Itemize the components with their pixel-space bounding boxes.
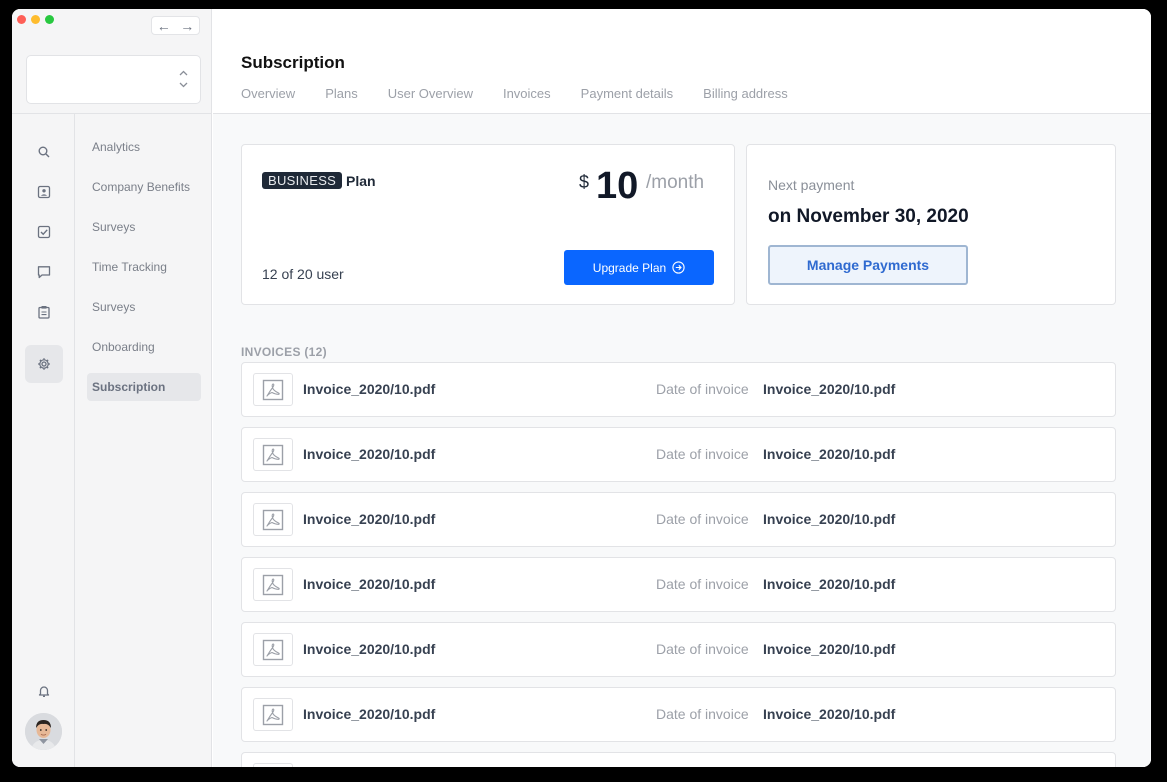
invoice-row[interactable] — [241, 752, 1116, 767]
pdf-file-icon — [253, 568, 293, 601]
invoice-name: Invoice_2020/10.pdf — [303, 446, 436, 462]
invoice-name: Invoice_2020/10.pdf — [303, 641, 436, 657]
next-payment-label: Next payment — [768, 177, 855, 193]
arrow-right-icon[interactable]: → — [180, 19, 194, 33]
invoice-name: Invoice_2020/10.pdf — [303, 576, 436, 592]
invoice-row[interactable]: Invoice_2020/10.pdf Date of invoice Invo… — [241, 362, 1116, 417]
upgrade-plan-label: Upgrade Plan — [592, 260, 667, 275]
close-window-button[interactable] — [17, 15, 26, 24]
invoice-date-value: Invoice_2020/10.pdf — [763, 381, 896, 397]
subnav-item-surveys[interactable]: Surveys — [87, 213, 201, 241]
invoice-date-label: Date of invoice — [656, 381, 749, 397]
left-panel: ← → Analytics Company Benefits Surveys T… — [12, 9, 212, 767]
settings-subnav: Analytics Company Benefits Surveys Time … — [87, 133, 201, 413]
next-payment-card: Next payment on November 30, 2020 Manage… — [746, 144, 1116, 305]
plan-badge: BUSINESS — [262, 172, 343, 189]
minimize-window-button[interactable] — [31, 15, 40, 24]
workspace-selector[interactable] — [26, 55, 201, 104]
tab-billing-address[interactable]: Billing address — [703, 86, 788, 101]
invoice-row[interactable]: Invoice_2020/10.pdf Date of invoice Invo… — [241, 427, 1116, 482]
invoices-section-title: INVOICES (12) — [241, 345, 327, 359]
pdf-file-icon — [253, 503, 293, 536]
subnav-item-surveys-2[interactable]: Surveys — [87, 293, 201, 321]
tab-payment-details[interactable]: Payment details — [581, 86, 674, 101]
invoice-date-label: Date of invoice — [656, 511, 749, 527]
history-navigation: ← → — [151, 16, 200, 35]
plan-card: BUSINESS Plan $ 10 /month 12 of 20 user … — [241, 144, 735, 305]
price-currency: $ — [579, 172, 590, 192]
pdf-file-icon — [253, 633, 293, 666]
invoice-date-value: Invoice_2020/10.pdf — [763, 511, 896, 527]
pdf-file-icon — [253, 763, 293, 767]
icon-rail — [12, 114, 75, 767]
page-header: Subscription Overview Plans User Overvie… — [213, 9, 1151, 114]
invoice-date-label: Date of invoice — [656, 706, 749, 722]
user-count: 12 of 20 user — [262, 266, 344, 282]
avatar[interactable] — [25, 713, 62, 750]
gear-icon[interactable] — [25, 345, 63, 383]
tab-plans[interactable]: Plans — [325, 86, 358, 101]
invoice-date-label: Date of invoice — [656, 641, 749, 657]
page-title: Subscription — [241, 53, 345, 72]
invoice-date-label: Date of invoice — [656, 446, 749, 462]
main-area: Subscription Overview Plans User Overvie… — [213, 9, 1151, 767]
invoice-row[interactable]: Invoice_2020/10.pdf Date of invoice Invo… — [241, 622, 1116, 677]
tab-overview[interactable]: Overview — [241, 86, 295, 101]
pdf-file-icon — [253, 698, 293, 731]
clipboard-icon[interactable] — [25, 293, 63, 331]
plan-label: Plan — [346, 173, 376, 189]
contact-card-icon[interactable] — [25, 173, 63, 211]
tab-invoices[interactable]: Invoices — [503, 86, 551, 101]
invoice-row[interactable]: Invoice_2020/10.pdf Date of invoice Invo… — [241, 687, 1116, 742]
chevron-up-down-icon — [179, 69, 188, 91]
invoice-row[interactable]: Invoice_2020/10.pdf Date of invoice Invo… — [241, 557, 1116, 612]
invoice-date-value: Invoice_2020/10.pdf — [763, 706, 896, 722]
invoice-name: Invoice_2020/10.pdf — [303, 706, 436, 722]
tab-bar: Overview Plans User Overview Invoices Pa… — [241, 86, 788, 101]
window-controls — [17, 15, 54, 24]
search-icon[interactable] — [25, 133, 63, 171]
price-period: /month — [646, 172, 705, 193]
subnav-item-company-benefits[interactable]: Company Benefits — [87, 173, 201, 201]
subnav-item-analytics[interactable]: Analytics — [87, 133, 201, 161]
invoice-list: Invoice_2020/10.pdf Date of invoice Invo… — [241, 362, 1116, 767]
bell-icon[interactable] — [25, 672, 63, 710]
content-area: BUSINESS Plan $ 10 /month 12 of 20 user … — [213, 114, 1151, 767]
invoice-date-label: Date of invoice — [656, 576, 749, 592]
pdf-file-icon — [253, 373, 293, 406]
upgrade-plan-button[interactable]: Upgrade Plan — [564, 250, 714, 285]
checkbox-icon[interactable] — [25, 213, 63, 251]
next-payment-date: on November 30, 2020 — [768, 206, 969, 227]
invoice-row[interactable]: Invoice_2020/10.pdf Date of invoice Invo… — [241, 492, 1116, 547]
arrow-left-icon[interactable]: ← — [157, 19, 171, 33]
maximize-window-button[interactable] — [45, 15, 54, 24]
tab-user-overview[interactable]: User Overview — [388, 86, 473, 101]
subnav-item-time-tracking[interactable]: Time Tracking — [87, 253, 201, 281]
invoice-date-value: Invoice_2020/10.pdf — [763, 446, 896, 462]
invoice-name: Invoice_2020/10.pdf — [303, 381, 436, 397]
invoice-date-value: Invoice_2020/10.pdf — [763, 576, 896, 592]
pdf-file-icon — [253, 438, 293, 471]
invoice-name: Invoice_2020/10.pdf — [303, 511, 436, 527]
manage-payments-button[interactable]: Manage Payments — [768, 245, 968, 285]
invoice-date-value: Invoice_2020/10.pdf — [763, 641, 896, 657]
subnav-item-subscription[interactable]: Subscription — [87, 373, 201, 401]
chat-icon[interactable] — [25, 253, 63, 291]
app-window: ← → Analytics Company Benefits Surveys T… — [12, 9, 1151, 767]
arrow-circle-right-icon — [672, 261, 685, 274]
subnav-item-onboarding[interactable]: Onboarding — [87, 333, 201, 361]
price-amount: 10 — [596, 165, 639, 207]
